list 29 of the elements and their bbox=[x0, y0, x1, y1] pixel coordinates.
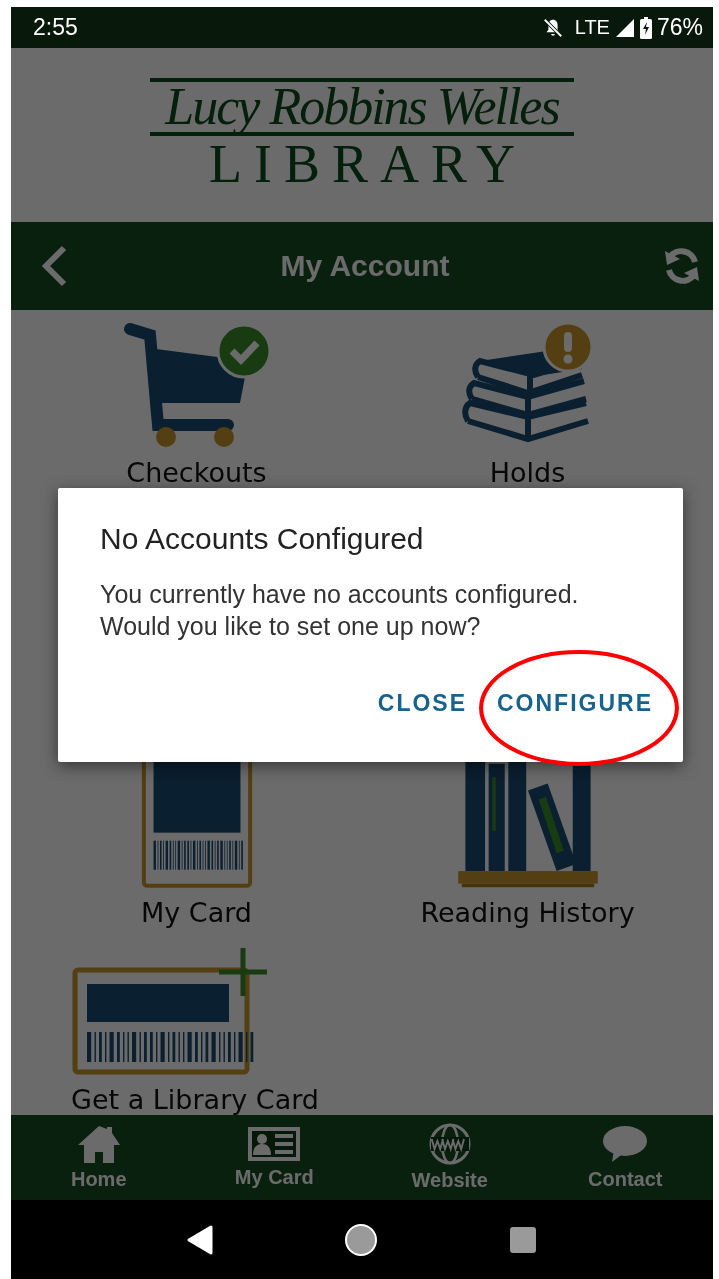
tab-item[interactable]: Contact bbox=[537, 1115, 713, 1200]
dialog-title: No Accounts Configured bbox=[100, 522, 425, 556]
shopping-cart-icon[interactable] bbox=[121, 321, 272, 449]
battery-level: 76% bbox=[656, 14, 703, 41]
id-card-icon bbox=[247, 1126, 302, 1162]
status-time: 2:55 bbox=[33, 14, 78, 41]
tile-label[interactable]: Get a Library Card bbox=[71, 1084, 319, 1115]
battery-charging-icon bbox=[639, 16, 652, 39]
logo-library: LIBRARY bbox=[208, 136, 527, 192]
tile-label[interactable]: Checkouts bbox=[126, 457, 267, 488]
home-circle-icon[interactable] bbox=[344, 1222, 378, 1257]
recents-square-icon[interactable] bbox=[509, 1225, 538, 1254]
tile-label[interactable]: Reading History bbox=[420, 897, 635, 928]
tile-label[interactable]: Holds bbox=[489, 457, 566, 488]
muted-bell-icon bbox=[541, 16, 564, 39]
close-button[interactable]: CLOSE bbox=[371, 682, 473, 725]
tile-label[interactable]: My Card bbox=[141, 897, 252, 928]
dialog-message: You currently have no accounts configured. Would you like to set one up now? bbox=[100, 579, 580, 642]
tab-item[interactable]: Website bbox=[362, 1115, 538, 1200]
tab-item[interactable]: My Card bbox=[186, 1115, 362, 1200]
screen-title: My Account bbox=[280, 249, 450, 283]
signal-icon bbox=[614, 17, 635, 38]
back-icon[interactable] bbox=[39, 244, 69, 288]
chat-bubble-icon bbox=[602, 1124, 649, 1164]
tab-item[interactable]: Home bbox=[11, 1115, 187, 1200]
globe-icon bbox=[428, 1123, 471, 1165]
back-triangle-icon[interactable] bbox=[186, 1224, 213, 1255]
logo-name: Lucy Robbins Welles bbox=[165, 82, 559, 132]
network-type: LTE bbox=[574, 16, 610, 39]
